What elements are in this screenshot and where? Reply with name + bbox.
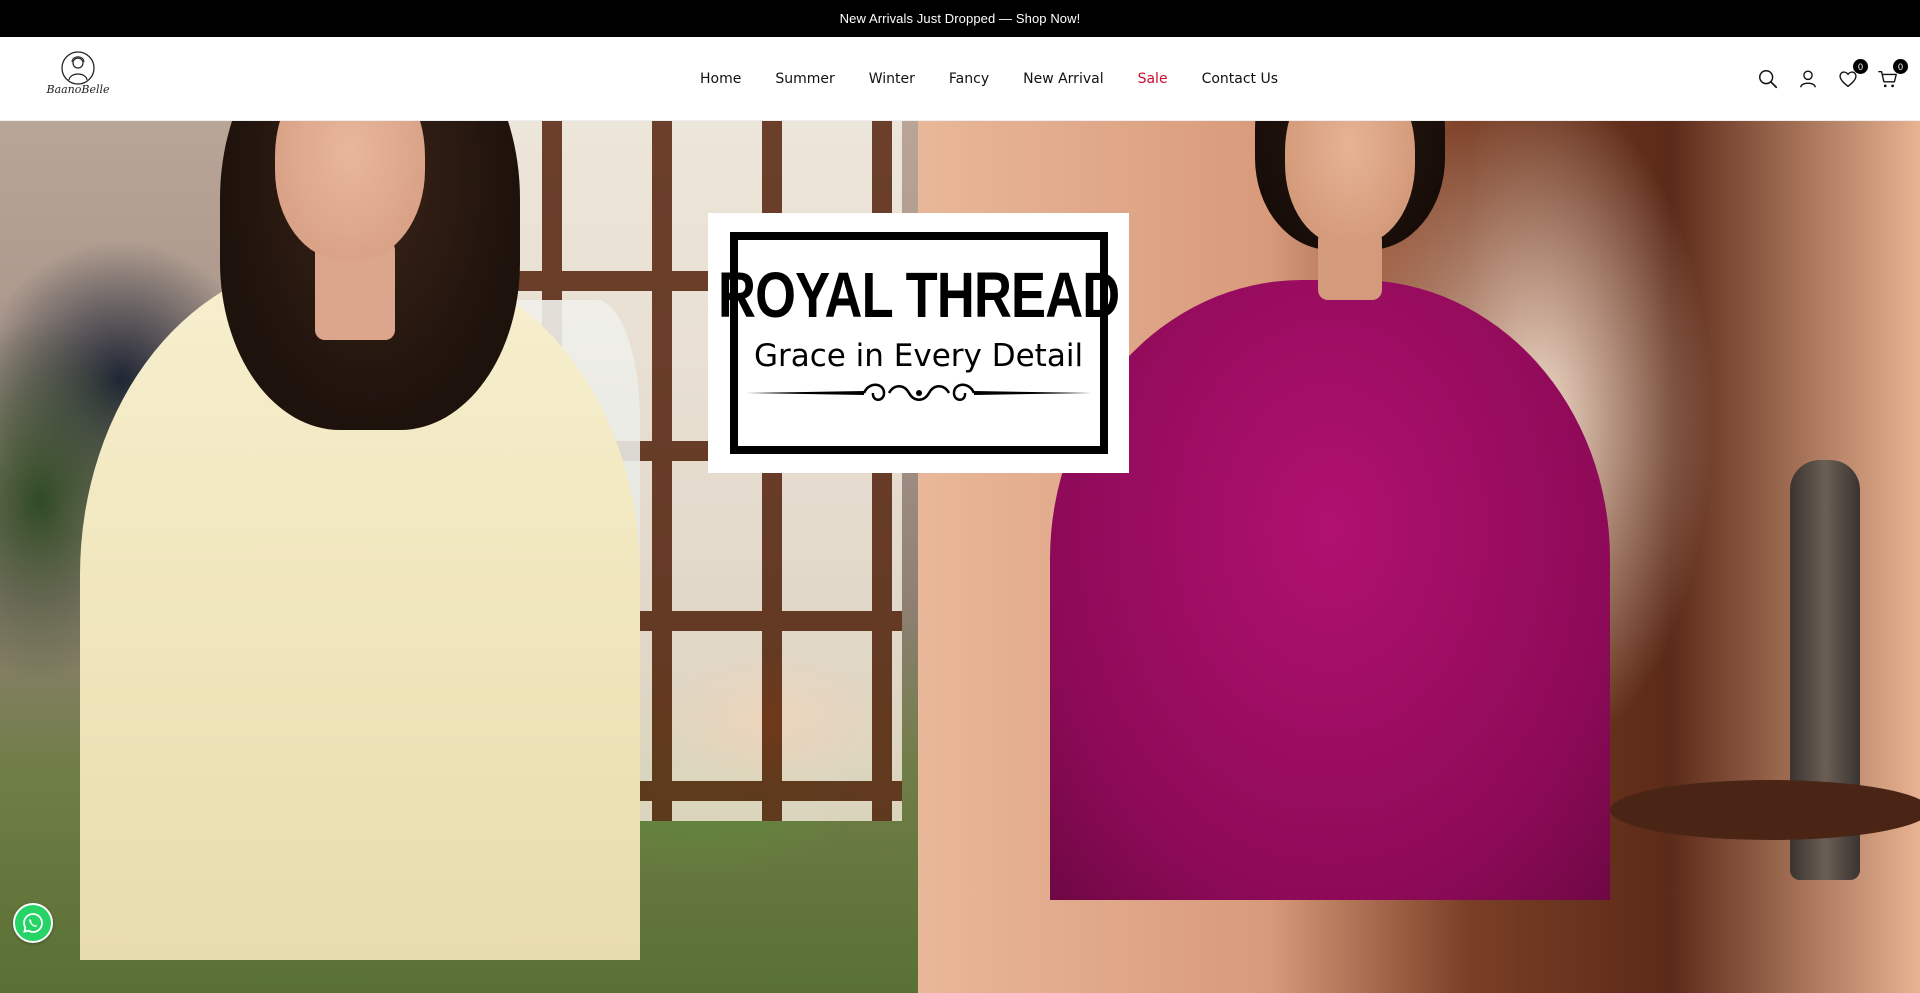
- nav-item-contact-us[interactable]: Contact Us: [1185, 71, 1295, 87]
- cart-count-badge: 0: [1893, 59, 1908, 74]
- nav-item-summer[interactable]: Summer: [758, 71, 851, 87]
- wishlist-button[interactable]: 0: [1836, 59, 1868, 91]
- flourish-divider-icon: [745, 383, 1092, 401]
- model-right-dress: [1050, 280, 1610, 900]
- main-nav: Home Summer Winter Fancy New Arrival Sal…: [683, 37, 1295, 121]
- brand-logo[interactable]: BaanoBelle: [46, 50, 110, 108]
- promo-title: ROYAL THREAD: [717, 259, 1120, 331]
- header-actions: 0 0: [1756, 37, 1908, 121]
- wishlist-count-badge: 0: [1853, 59, 1868, 74]
- nav-item-sale[interactable]: Sale: [1121, 71, 1185, 87]
- announcement-text[interactable]: New Arrivals Just Dropped — Shop Now!: [840, 11, 1081, 26]
- nav-item-home[interactable]: Home: [683, 71, 758, 87]
- background-table: [1610, 780, 1920, 840]
- nav-item-fancy[interactable]: Fancy: [932, 71, 1006, 87]
- announcement-bar[interactable]: New Arrivals Just Dropped — Shop Now!: [0, 0, 1920, 37]
- search-icon: [1759, 70, 1778, 89]
- brand-name: BaanoBelle: [46, 83, 110, 96]
- cart-button[interactable]: 0: [1876, 59, 1908, 91]
- whatsapp-icon: [23, 913, 43, 933]
- search-button[interactable]: [1756, 67, 1780, 91]
- promo-card[interactable]: ROYAL THREAD Grace in Every Detail: [708, 213, 1129, 473]
- user-icon: [1799, 70, 1817, 88]
- promo-subtitle: Grace in Every Detail: [753, 338, 1084, 374]
- account-button[interactable]: [1796, 67, 1820, 91]
- whatsapp-button[interactable]: [13, 903, 53, 943]
- logo-emblem-icon: [61, 51, 95, 85]
- nav-item-new-arrival[interactable]: New Arrival: [1006, 71, 1120, 87]
- nav-item-winter[interactable]: Winter: [852, 71, 932, 87]
- site-header: BaanoBelle Home Summer Winter Fancy New …: [0, 37, 1920, 121]
- promo-frame: ROYAL THREAD Grace in Every Detail: [718, 232, 1120, 454]
